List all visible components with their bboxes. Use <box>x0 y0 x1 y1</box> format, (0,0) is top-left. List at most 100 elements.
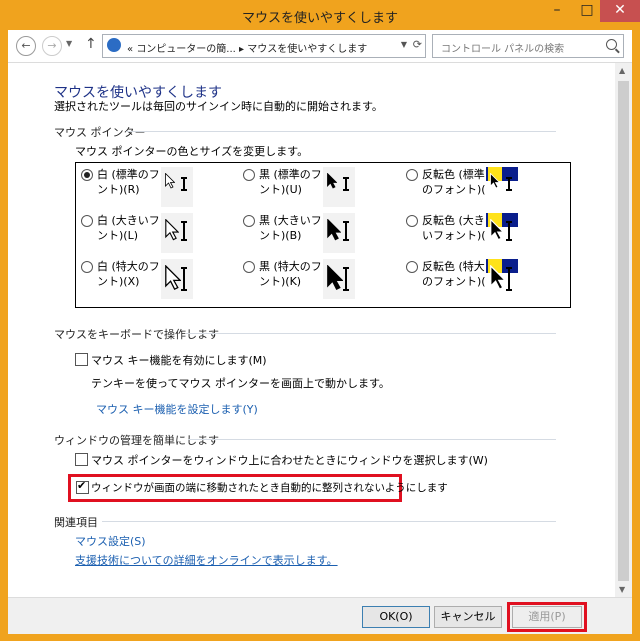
pointer-preview-inverted-icon <box>486 259 518 299</box>
address-path[interactable]: « コンピューターの簡... ▸ マウスを使いやすくします <box>127 40 367 55</box>
pointer-scheme-label-line-1[interactable]: 黒 (標準のフォ <box>259 167 333 182</box>
control-panel-icon <box>107 38 121 52</box>
pointer-scheme-radio-3[interactable] <box>406 169 418 181</box>
scroll-up-arrow-icon[interactable]: ▲ <box>619 66 625 75</box>
pointer-preview-white-icon <box>161 213 193 253</box>
hover-activate-window-checkbox[interactable] <box>75 453 88 466</box>
breadcrumb-current[interactable]: マウスを使いやすくします <box>247 44 367 55</box>
pointer-preview-black-icon <box>323 213 355 253</box>
pointer-scheme-label-line-1[interactable]: 白 (大きいフォ <box>97 213 171 228</box>
section-divider <box>102 521 556 522</box>
section-divider <box>126 131 556 132</box>
pointer-scheme-label-4[interactable]: 白 (大きいフォ ント)(L) <box>97 213 171 243</box>
back-arrow-icon[interactable]: ← <box>16 36 36 56</box>
title-bar[interactable]: マウスを使いやすくします – □ ✕ <box>0 0 640 30</box>
pointer-preview-inverted-icon <box>486 167 518 207</box>
breadcrumb-separator-icon[interactable]: ▸ <box>239 44 244 55</box>
scroll-down-arrow-icon[interactable]: ▼ <box>619 585 625 594</box>
pointer-scheme-label-8[interactable]: 黒 (特大のフォ ント)(K) <box>259 259 333 289</box>
pointer-scheme-label-6[interactable]: 反転色 (大き いフォント)(I) <box>422 213 493 243</box>
pointer-scheme-label-1[interactable]: 白 (標準のフォ ント)(R) <box>97 167 171 197</box>
pointer-scheme-label-7[interactable]: 白 (特大のフォ ント)(X) <box>97 259 171 289</box>
pointer-scheme-radio-7[interactable] <box>81 261 93 273</box>
mouse-settings-link[interactable]: マウス設定(S) <box>75 533 146 549</box>
section-header-mouse-pointer: マウス ポインター <box>54 126 146 139</box>
pointer-scheme-label-line-2[interactable]: ント)(X) <box>97 274 171 289</box>
scrollbar-thumb[interactable] <box>618 81 629 581</box>
arrow-pointer-icon <box>165 219 179 241</box>
mouse-keys-label[interactable]: マウス キー機能を有効にします(M) <box>91 352 267 368</box>
forward-arrow-icon[interactable]: → <box>42 36 62 56</box>
text-cursor-icon <box>343 221 349 241</box>
pointer-scheme-label-line-1[interactable]: 白 (標準のフォ <box>97 167 171 182</box>
arrow-pointer-icon <box>327 219 341 241</box>
section-header-keyboard: マウスをキーボードで操作します <box>54 328 219 341</box>
pointer-scheme-radio-5[interactable] <box>243 215 255 227</box>
pointer-preview-inverted-icon <box>486 213 518 253</box>
vertical-scrollbar[interactable]: ▲ ▼ <box>615 63 632 597</box>
up-arrow-icon[interactable]: ↑ <box>85 36 97 52</box>
page-subtitle: 選択されたツールは毎回のサインイン時に自動的に開始されます。 <box>54 100 383 113</box>
window-border-left <box>0 30 8 641</box>
arrow-pointer-icon <box>490 173 500 189</box>
breadcrumb-ease-of-access[interactable]: コンピューターの簡... <box>136 44 236 55</box>
address-overflow-prefix[interactable]: « <box>127 44 133 55</box>
pointer-section-description: マウス ポインターの色とサイズを変更します。 <box>75 145 309 158</box>
pointer-scheme-label-line-2[interactable]: ント)(U) <box>259 182 333 197</box>
pointer-scheme-label-line-2[interactable]: ント)(K) <box>259 274 333 289</box>
pointer-scheme-label-line-1[interactable]: 白 (特大のフォ <box>97 259 171 274</box>
maximize-button[interactable]: □ <box>572 0 602 22</box>
text-cursor-icon <box>506 267 512 291</box>
minimize-button[interactable]: – <box>542 0 572 22</box>
assistive-tech-online-link[interactable]: 支援技術についての詳細をオンラインで表示します。 <box>75 552 338 568</box>
text-cursor-icon <box>181 221 187 241</box>
text-cursor-icon <box>343 267 349 291</box>
pointer-scheme-radio-9[interactable] <box>406 261 418 273</box>
address-bar[interactable]: « コンピューターの簡... ▸ マウスを使いやすくします ▼ ⟳ <box>102 34 426 58</box>
cancel-button[interactable]: キャンセル <box>434 606 502 628</box>
search-placeholder: コントロール パネルの検索 <box>441 44 565 55</box>
prevent-auto-arrange-checkbox[interactable] <box>76 479 89 494</box>
dialog-footer: OK(O) キャンセル 適用(P) <box>8 597 632 634</box>
ok-button[interactable]: OK(O) <box>362 606 430 628</box>
text-cursor-icon <box>506 177 512 191</box>
pointer-preview-white-icon <box>161 167 193 207</box>
pointer-scheme-radio-6[interactable] <box>406 215 418 227</box>
mouse-keys-settings-link[interactable]: マウス キー機能を設定します(Y) <box>96 401 258 417</box>
text-cursor-icon <box>506 221 512 241</box>
mouse-keys-description: テンキーを使ってマウス ポインターを画面上で動かします。 <box>91 377 390 390</box>
text-cursor-icon <box>181 267 187 291</box>
arrow-pointer-icon <box>165 265 181 291</box>
pointer-scheme-radio-8[interactable] <box>243 261 255 273</box>
highlight-box-apply <box>507 602 587 632</box>
pointer-scheme-label-line-1[interactable]: 黒 (特大のフォ <box>259 259 333 274</box>
close-button[interactable]: ✕ <box>600 0 640 22</box>
pointer-scheme-radio-2[interactable] <box>243 169 255 181</box>
text-cursor-icon <box>343 177 349 191</box>
pointer-scheme-box: 白 (標準のフォ ント)(R) 黒 (標準のフォ ント)(U) 反転色 (標準 のフォント… <box>75 162 571 308</box>
hover-activate-window-label[interactable]: マウス ポインターをウィンドウ上に合わせたときにウィンドウを選択します(W) <box>91 452 488 468</box>
refresh-icon[interactable]: ⟳ <box>413 38 422 51</box>
arrow-pointer-icon <box>490 265 506 291</box>
pointer-scheme-label-line-2[interactable]: いフォント)(I) <box>422 228 493 243</box>
window-border-right <box>632 30 640 641</box>
search-input[interactable]: コントロール パネルの検索 <box>432 34 624 58</box>
window-border-bottom <box>0 633 640 641</box>
search-icon[interactable] <box>606 39 617 50</box>
pointer-preview-black-icon <box>323 259 355 299</box>
address-dropdown-chevron-icon[interactable]: ▼ <box>401 40 407 49</box>
pointer-scheme-label-line-1[interactable]: 黒 (大きいフォ <box>259 213 333 228</box>
pointer-scheme-label-line-2[interactable]: ント)(R) <box>97 182 171 197</box>
pointer-scheme-label-line-2[interactable]: ント)(B) <box>259 228 333 243</box>
section-divider <box>186 333 556 334</box>
pointer-scheme-label-2[interactable]: 黒 (標準のフォ ント)(U) <box>259 167 333 197</box>
pointer-scheme-label-5[interactable]: 黒 (大きいフォ ント)(B) <box>259 213 333 243</box>
arrow-pointer-icon <box>327 265 343 291</box>
pointer-scheme-radio-1[interactable] <box>81 169 93 181</box>
recent-locations-chevron-icon[interactable]: ▼ <box>66 39 72 48</box>
pointer-scheme-label-line-2[interactable]: ント)(L) <box>97 228 171 243</box>
prevent-auto-arrange-label[interactable]: ウィンドウが画面の端に移動されたとき自動的に整列されないようにします <box>91 480 448 495</box>
pointer-scheme-radio-4[interactable] <box>81 215 93 227</box>
mouse-keys-checkbox[interactable] <box>75 353 88 366</box>
pointer-scheme-label-line-1[interactable]: 反転色 (大き <box>422 213 493 228</box>
